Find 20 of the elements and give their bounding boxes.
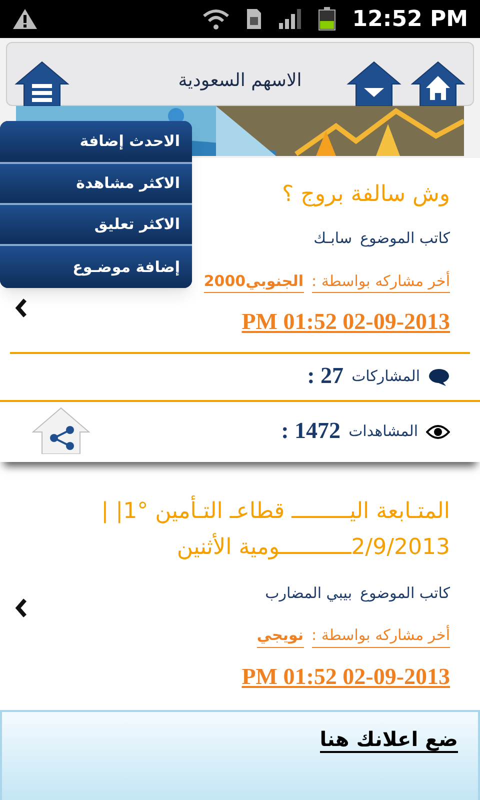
replies-label: المشاركات xyxy=(352,366,420,388)
header-title: الاسهم السعودية xyxy=(178,69,302,93)
author-name: بيبي المضارب xyxy=(265,582,352,604)
status-time: 12:52 PM xyxy=(352,6,468,34)
post-date: PM 01:52 02-09-2013 xyxy=(242,662,450,690)
author-label: كاتب الموضوع xyxy=(360,228,450,249)
menu-item[interactable]: الاحدث إضافة xyxy=(0,121,192,162)
menu-item[interactable]: الاكثر مشاهدة xyxy=(0,162,192,203)
author-name: سابـك xyxy=(314,228,352,249)
ad-text[interactable]: ضع اعلانك هنا xyxy=(320,727,458,753)
views-count: : 1472 xyxy=(281,417,341,446)
author-label: كاتب الموضوع xyxy=(360,582,450,604)
last-poster-caption: أخر مشاركه بواسطة : xyxy=(312,270,450,293)
menu-item[interactable]: الاكثر تعليق xyxy=(0,203,192,244)
menu-item[interactable]: إضافة موضـوع xyxy=(0,244,192,288)
views-label: المشاهدات xyxy=(348,421,418,442)
ad-banner[interactable]: ضع اعلانك هنا xyxy=(0,710,480,800)
replies-count: : 27 xyxy=(307,362,344,390)
post-date: PM 01:52 02-09-2013 xyxy=(242,308,450,336)
last-poster-caption: أخر مشاركه بواسطة : xyxy=(312,624,450,648)
